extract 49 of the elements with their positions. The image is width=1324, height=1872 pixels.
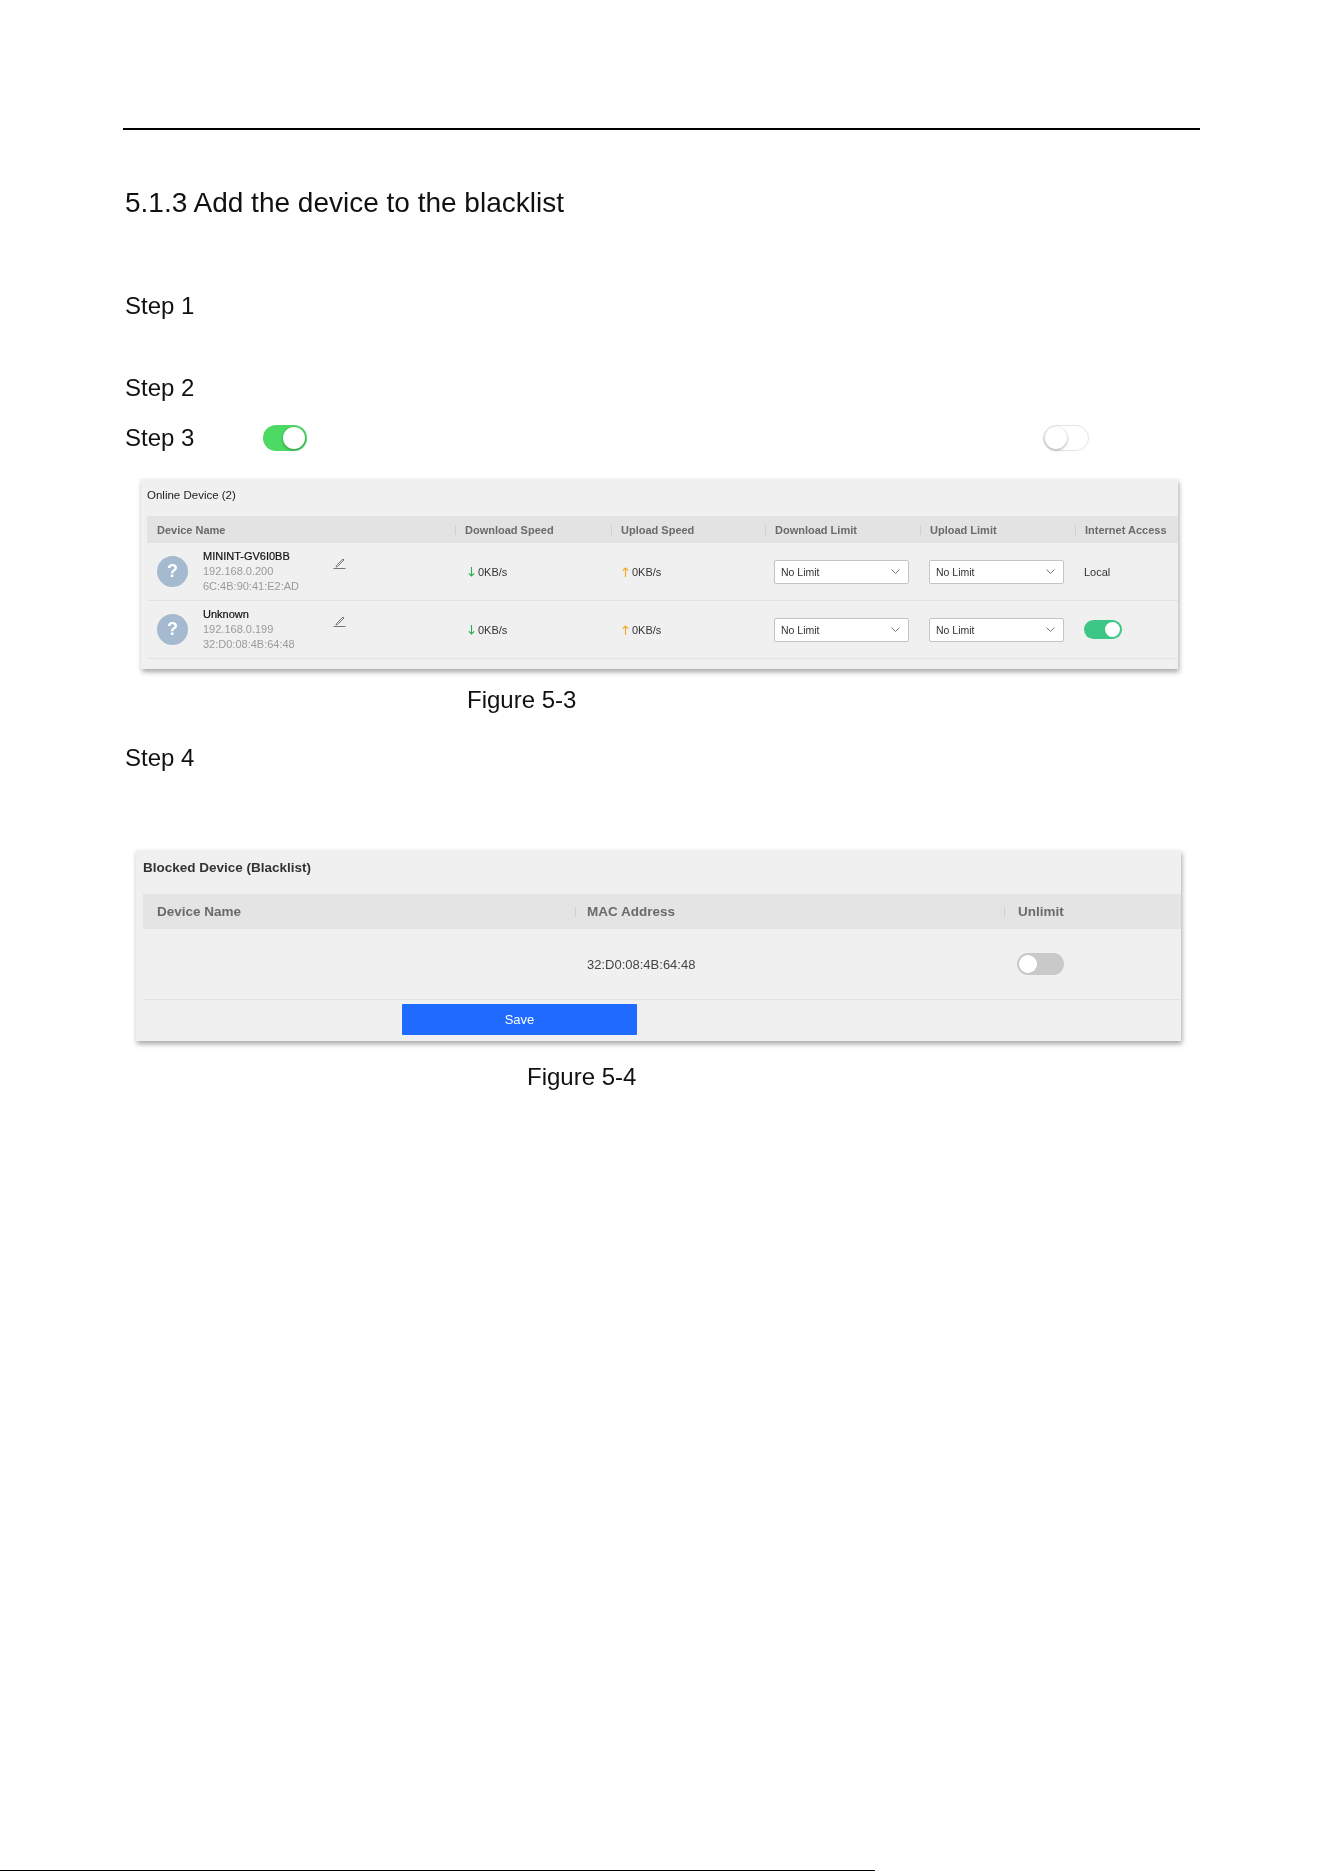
section-heading: 5.1.3 Add the device to the blacklist [125, 186, 564, 220]
column-header: Upload Limit [930, 523, 997, 536]
ip-address: 192.168.0.200 [203, 564, 274, 579]
column-header: Device Name [157, 523, 226, 536]
step-label: Step 2 [124, 373, 196, 403]
upload-speed: 0KB/s [632, 623, 662, 636]
download-limit-select[interactable]: No Limit [774, 559, 909, 584]
mac-address: 6C:4B:90:41:E2:AD [203, 579, 299, 594]
upload-speed: 0KB/s [632, 565, 662, 578]
figure-caption: Figure 5-4 [527, 1064, 637, 1090]
column-header: MAC Address [587, 904, 675, 919]
ip-address: 192.168.0.199 [203, 622, 274, 637]
pencil-icon[interactable] [333, 614, 346, 627]
chevron-down-icon [1046, 569, 1055, 574]
step-label: Step 1 [124, 291, 196, 321]
download-speed: 0KB/s [478, 565, 508, 578]
arrow-down-icon [468, 624, 475, 635]
device-avatar: ? [157, 556, 188, 587]
arrow-up-icon [622, 566, 629, 577]
arrow-down-icon [468, 566, 475, 577]
step-label: Step 3 [124, 423, 196, 453]
chevron-down-icon [891, 569, 900, 574]
toggle-switch[interactable] [1017, 953, 1064, 975]
upload-limit-select[interactable]: No Limit [929, 559, 1064, 584]
access-status: Local [1084, 565, 1111, 578]
device-avatar: ? [157, 614, 188, 645]
device-name: Unknown [203, 607, 249, 622]
chevron-down-icon [1046, 627, 1055, 632]
pencil-icon[interactable] [333, 556, 346, 569]
panel-title: Blocked Device (Blacklist) [143, 860, 312, 876]
device-name: MININT-GV6I0BB [203, 549, 290, 564]
column-header: Download Speed [465, 523, 554, 536]
step-label: Step 4 [124, 743, 196, 773]
download-limit-select[interactable]: No Limit [774, 617, 909, 642]
toggle-switch[interactable] [1084, 620, 1122, 639]
upload-limit-select[interactable]: No Limit [929, 617, 1064, 642]
column-header: Upload Speed [621, 523, 695, 536]
column-header: Device Name [157, 904, 242, 919]
panel-title: Online Device (2) [147, 489, 236, 502]
mac-address: 32:D0:08:4B:64:48 [587, 956, 696, 972]
column-header: Download Limit [775, 523, 857, 536]
column-header: Unlimit [1018, 904, 1064, 919]
download-speed: 0KB/s [478, 623, 508, 636]
arrow-up-icon [622, 624, 629, 635]
figure-caption: Figure 5-3 [467, 687, 577, 713]
mac-address: 32:D0:08:4B:64:48 [203, 637, 295, 652]
save-button[interactable]: Save [402, 1004, 637, 1035]
column-header: Internet Access [1085, 523, 1167, 536]
chevron-down-icon [891, 627, 900, 632]
